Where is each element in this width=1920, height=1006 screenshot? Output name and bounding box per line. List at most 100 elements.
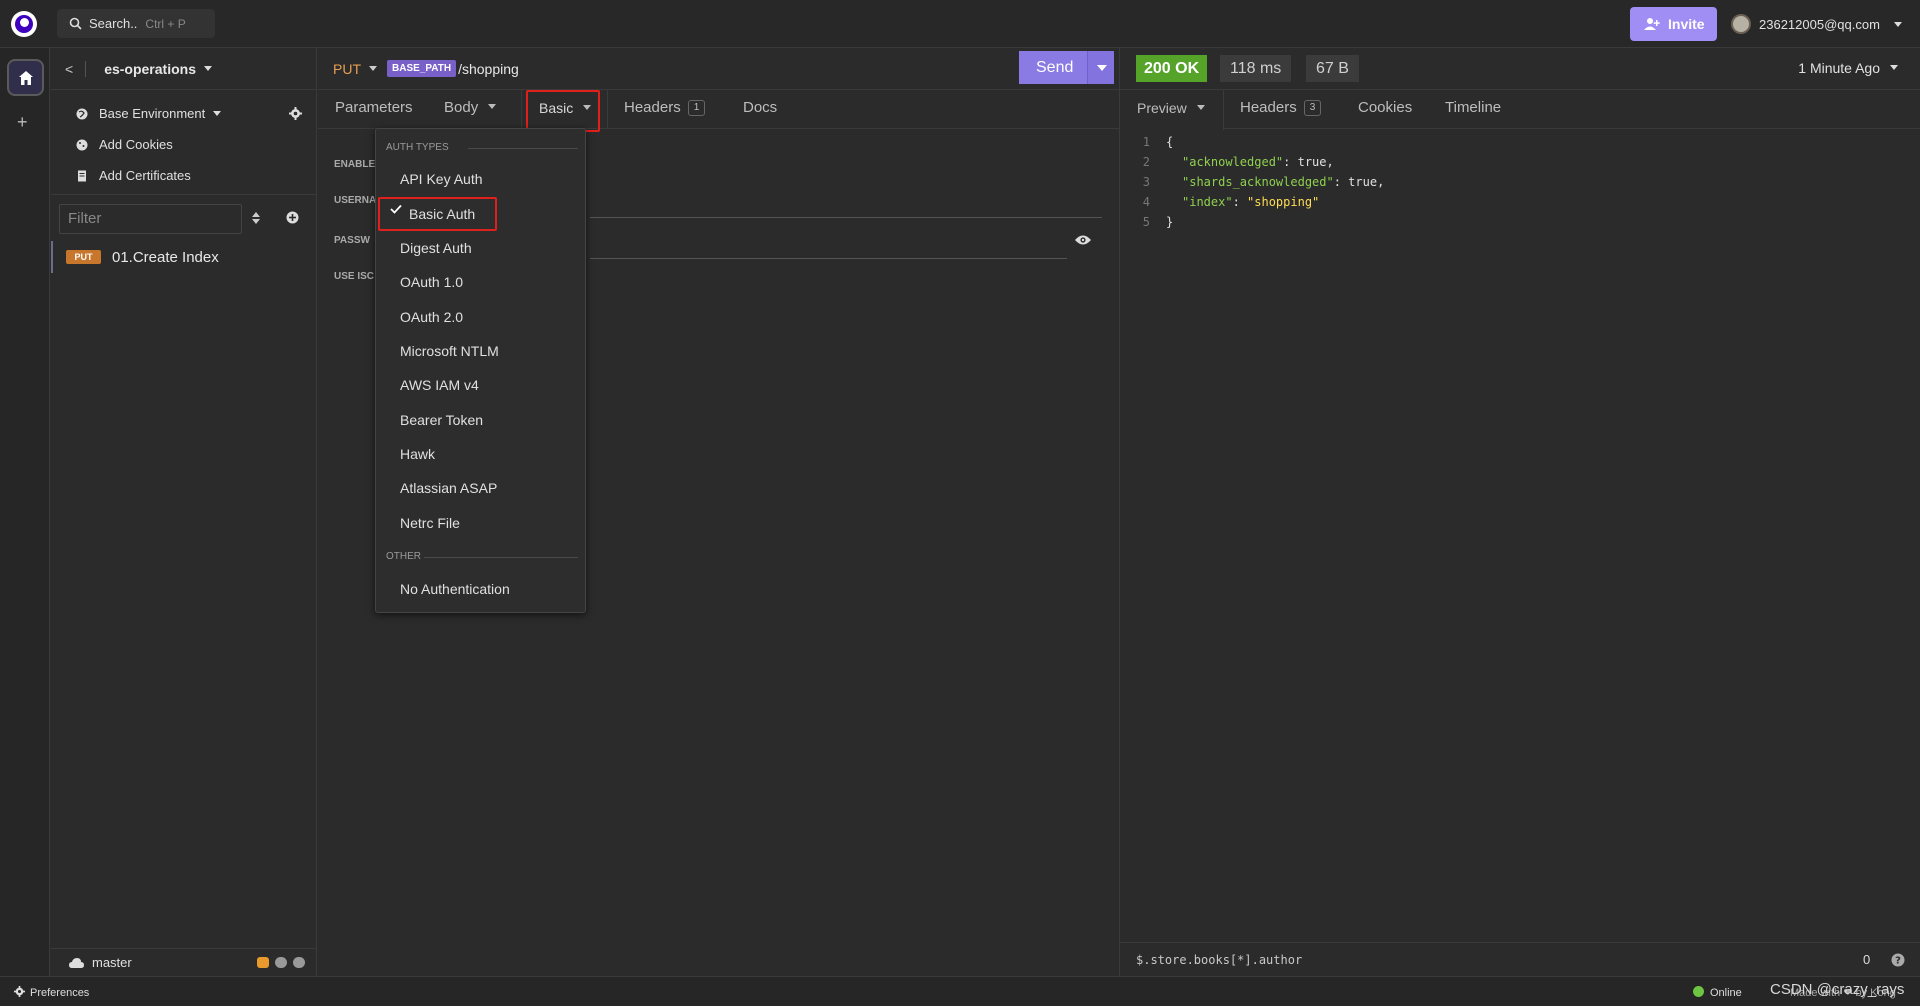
tab-body[interactable]: Body (444, 90, 497, 129)
menu-item-oauth-1[interactable]: OAuth 1.0 (400, 274, 463, 290)
project-name[interactable]: es-operations (104, 61, 196, 77)
line-number: 5 (1142, 215, 1150, 229)
tab-docs[interactable]: Docs (743, 90, 777, 129)
request-tabs: Parameters Body Basic Headers 1 Docs (318, 90, 1119, 129)
add-cookies-label: Add Cookies (99, 137, 173, 152)
package-icon[interactable] (257, 957, 269, 968)
jsonpath-filter-input[interactable]: $.store.books[*].author (1136, 953, 1302, 967)
filter-row: Filter (51, 195, 316, 243)
password-label: PASSW (334, 235, 370, 246)
request-item[interactable]: PUT 01.Create Index (51, 241, 316, 273)
username-label: USERNA (334, 195, 377, 206)
method-selector[interactable]: PUT (333, 61, 361, 77)
cloud-download-icon[interactable] (275, 957, 287, 968)
add-certificates-button[interactable]: Add Certificates (51, 160, 316, 191)
status-bar: Preferences Online Made with ❤ by Kong C… (0, 976, 1920, 1006)
environment-selector[interactable]: Base Environment (51, 98, 316, 129)
other-header-label: OTHER (386, 551, 421, 562)
add-user-icon (1644, 18, 1660, 30)
base-path-tag[interactable]: BASE_PATH (387, 60, 457, 77)
back-arrow-icon[interactable]: < (65, 61, 73, 77)
menu-item-microsoft-ntlm[interactable]: Microsoft NTLM (400, 343, 499, 359)
code-text: { (1166, 135, 1174, 149)
json-sep: : (1283, 155, 1298, 169)
help-icon[interactable]: ? (1891, 953, 1905, 967)
tab-parameters[interactable]: Parameters (335, 90, 413, 129)
response-header: 200 OK 118 ms 67 B 1 Minute Ago (1120, 48, 1920, 90)
tab-response-headers[interactable]: Headers 3 (1240, 90, 1322, 129)
sort-icon[interactable] (251, 211, 261, 225)
auth-types-header-label: AUTH TYPES (386, 142, 449, 153)
chevron-down-icon (1893, 21, 1902, 27)
gear-icon[interactable] (289, 107, 302, 120)
chevron-down-icon (369, 66, 377, 71)
line-number: 3 (1142, 175, 1150, 189)
filter-input[interactable]: Filter (59, 204, 242, 234)
json-value: true (1297, 155, 1327, 169)
enabled-label: ENABLE (334, 159, 376, 170)
line-number: 2 (1142, 155, 1150, 169)
use-iso-label: USE ISC (334, 271, 375, 282)
headers-count-badge: 1 (687, 100, 706, 116)
send-button[interactable]: Send (1019, 51, 1114, 84)
insomnia-logo[interactable] (11, 11, 37, 37)
url-path[interactable]: /shopping (458, 61, 519, 77)
tab-cookies[interactable]: Cookies (1358, 90, 1412, 129)
divider (468, 148, 578, 149)
menu-item-atlassian-asap[interactable]: Atlassian ASAP (400, 480, 497, 496)
add-cookies-button[interactable]: Add Cookies (51, 129, 316, 160)
response-filter-bar: $.store.books[*].author 0 ? (1119, 942, 1920, 976)
menu-item-oauth-2[interactable]: OAuth 2.0 (400, 309, 463, 325)
gear-icon (14, 986, 25, 997)
json-key: "acknowledged" (1182, 155, 1284, 169)
json-punct: , (1377, 175, 1385, 189)
divider (424, 557, 578, 558)
tab-headers[interactable]: Headers 1 (624, 90, 706, 129)
response-tabs: Preview Headers 3 Cookies Timeline (1120, 90, 1920, 130)
add-certificates-label: Add Certificates (99, 168, 191, 183)
globe-icon (76, 108, 88, 119)
search-label: Search.. (89, 16, 138, 31)
json-punct: , (1326, 155, 1334, 169)
certificate-icon (78, 170, 86, 181)
request-name: 01.Create Index (112, 248, 219, 266)
menu-item-digest-auth[interactable]: Digest Auth (400, 240, 472, 256)
tab-headers-label: Headers (624, 99, 681, 116)
menu-item-bearer-token[interactable]: Bearer Token (400, 412, 483, 428)
online-label: Online (1710, 987, 1742, 999)
username-input[interactable] (590, 217, 1102, 218)
home-button[interactable] (7, 59, 44, 96)
highlight-auth-tab (526, 90, 600, 132)
eye-icon[interactable] (1075, 234, 1091, 246)
tab-timeline[interactable]: Timeline (1445, 90, 1501, 129)
menu-item-netrc-file[interactable]: Netrc File (400, 515, 460, 531)
line-number: 4 (1142, 195, 1150, 209)
response-received[interactable]: 1 Minute Ago (1798, 60, 1898, 76)
method-badge: PUT (66, 250, 101, 264)
add-project-icon[interactable]: + (17, 112, 28, 133)
top-bar: Search.. Ctrl + P Invite 236212005@qq.com (0, 0, 1920, 48)
menu-item-api-key-auth[interactable]: API Key Auth (400, 171, 483, 187)
send-options-dropdown[interactable] (1087, 51, 1114, 84)
cloud-icon (69, 957, 84, 968)
response-size: 67 B (1306, 55, 1359, 82)
password-input[interactable] (590, 258, 1067, 259)
json-sep: : (1333, 175, 1349, 189)
add-circle-icon[interactable] (286, 211, 299, 224)
branch-name[interactable]: master (92, 955, 132, 970)
menu-item-hawk[interactable]: Hawk (400, 446, 435, 462)
invite-button[interactable]: Invite (1630, 7, 1717, 41)
json-sep: : (1232, 195, 1248, 209)
response-time: 118 ms (1220, 55, 1292, 82)
menu-item-no-authentication[interactable]: No Authentication (400, 581, 510, 597)
user-menu[interactable]: 236212005@qq.com (1731, 12, 1902, 36)
cookie-icon (76, 139, 88, 150)
tab-preview[interactable]: Preview (1137, 90, 1205, 129)
preferences-button[interactable]: Preferences (14, 986, 89, 999)
menu-item-aws-iam[interactable]: AWS IAM v4 (400, 377, 479, 393)
cloud-upload-icon[interactable] (293, 957, 305, 968)
project-header: < es-operations (51, 48, 316, 90)
avatar (1731, 14, 1751, 34)
search-button[interactable]: Search.. Ctrl + P (57, 9, 215, 38)
sync-bar: master (51, 948, 317, 976)
